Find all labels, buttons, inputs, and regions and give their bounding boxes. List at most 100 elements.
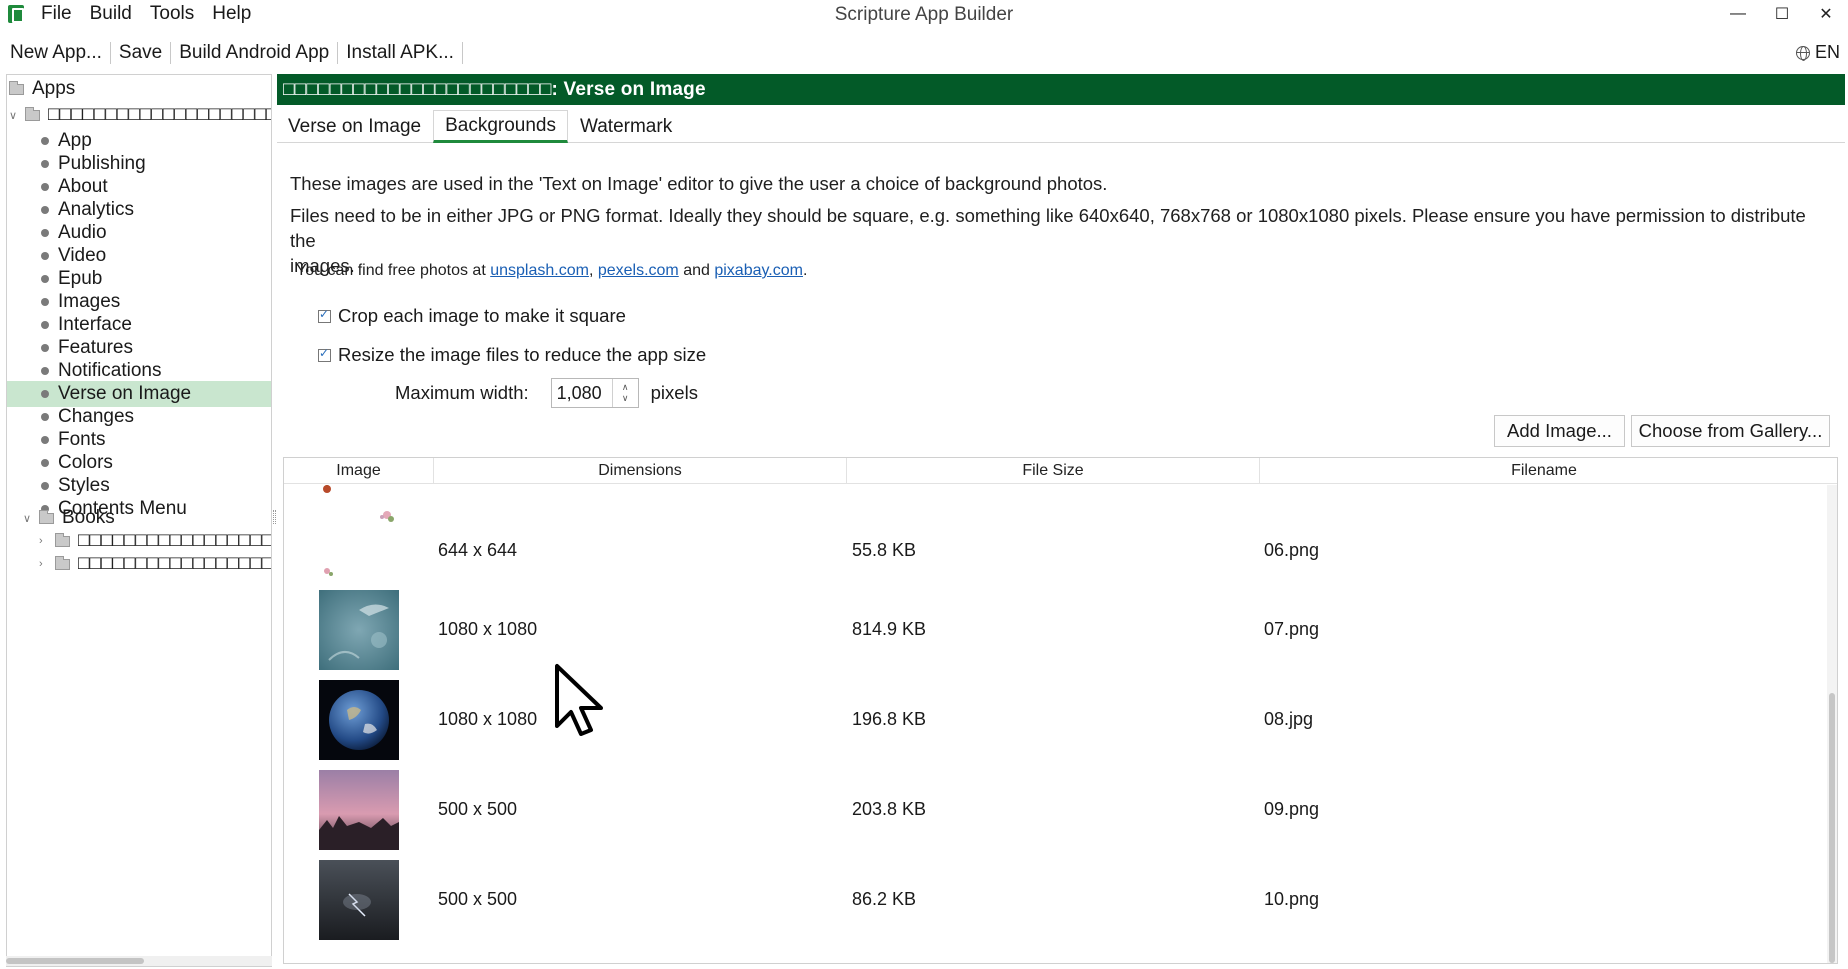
sidebar-item-label: Verse on Image [58,383,192,404]
tab-backgrounds[interactable]: Backgrounds [433,110,568,143]
pexels-link[interactable]: pexels.com [598,262,679,279]
choose-from-gallery-button[interactable]: Choose from Gallery... [1631,415,1830,447]
toolbar-separator [337,42,339,64]
minimize-button[interactable]: — [1716,0,1760,28]
image-cell [284,485,434,580]
teal-texture-thumbnail [319,590,399,670]
tree-label: Books [62,507,115,528]
table-body: 644 x 644 55.8 KB 06.png 1080 x 1080 814… [284,485,1829,963]
column-header-file-size[interactable]: File Size [847,458,1260,484]
bullet-icon [41,482,49,490]
bullet-icon [41,229,49,237]
crop-checkbox[interactable] [318,307,331,323]
column-header-image[interactable]: Image [284,458,434,484]
image-cell [284,770,434,850]
tree-root-apps[interactable]: Apps [9,76,271,102]
max-width-units: pixels [650,382,698,403]
max-width-value[interactable]: 1,080 [552,383,612,404]
crop-option[interactable]: Crop each image to make it square [318,305,626,327]
table-row[interactable]: 1080 x 1080 196.8 KB 08.jpg [284,675,1829,765]
menu-tools[interactable]: Tools [149,3,203,25]
menu-help[interactable]: Help [211,3,260,25]
image-cell [284,860,434,940]
sidebar-item-label: App [58,130,92,151]
close-button[interactable]: ✕ [1804,0,1848,28]
folder-icon [55,555,70,570]
scrollbar-thumb[interactable] [1829,693,1835,963]
menu-bar: File Build Tools Help [40,3,268,25]
folder-icon [55,532,70,547]
scrollbar-thumb[interactable] [6,958,144,964]
bullet-icon [41,160,49,168]
sidebar-horizontal-scrollbar[interactable] [6,956,272,966]
mouse-cursor-icon [555,664,603,736]
table-header: Image Dimensions File Size Filename [284,458,1837,484]
new-app-button[interactable]: New App... [4,37,108,69]
chevron-down-icon[interactable]: ∨ [23,512,33,525]
sidebar-item-label: Changes [58,406,135,427]
maximize-button[interactable]: ☐ [1760,0,1804,28]
bullet-icon [41,183,49,191]
dimensions-cell: 1080 x 1080 [438,709,538,729]
app-logo-icon [8,5,24,23]
crop-label: Crop each image to make it square [338,305,626,326]
tree-app-node[interactable]: ∨ □□□□□□□□□□□□□□□□□□□□□ [9,102,271,128]
flowers-thumbnail [319,485,399,576]
link-separator: and [678,262,715,279]
menu-build[interactable]: Build [89,3,141,25]
resize-checkbox[interactable] [318,346,331,362]
splitter-handle[interactable] [273,510,276,524]
pink-sunset-thumbnail [319,770,399,850]
menu-file[interactable]: File [40,3,81,25]
language-selector[interactable]: EN [1795,42,1840,63]
resize-option[interactable]: Resize the image files to reduce the app… [318,344,706,366]
earth-thumbnail [319,680,399,760]
chevron-right-icon[interactable]: › [39,558,49,570]
unsplash-link[interactable]: unsplash.com [490,262,589,279]
chevron-down-icon[interactable]: ∨ [9,109,19,122]
tab-verse-on-image[interactable]: Verse on Image [277,110,432,143]
max-width-label: Maximum width: [395,382,529,403]
max-width-stepper[interactable]: 1,080 ∧ ∨ [550,378,639,408]
sidebar-item-label: Audio [58,222,107,243]
window-title: Scripture App Builder [834,4,1014,25]
stepper-arrows[interactable]: ∧ ∨ [611,379,638,407]
table-vertical-scrollbar[interactable] [1827,485,1837,963]
add-image-button[interactable]: Add Image... [1494,415,1625,447]
free-photos-text: You can find free photos at unsplash.com… [296,262,807,280]
table-row[interactable]: 500 x 500 86.2 KB 10.png [284,855,1829,945]
tree-label: Apps [32,78,76,99]
tab-watermark[interactable]: Watermark [569,110,683,143]
chevron-right-icon[interactable]: › [39,535,49,547]
table-row[interactable]: 1080 x 1080 814.9 KB 07.png [284,585,1829,675]
table-row[interactable]: 500 x 500 203.8 KB 09.png [284,765,1829,855]
toolbar-separator [109,42,111,64]
filename-cell: 06.png [1264,540,1320,560]
column-header-filename[interactable]: Filename [1260,458,1828,484]
bullet-icon [41,275,49,283]
column-header-dimensions[interactable]: Dimensions [434,458,847,484]
filename-cell: 09.png [1264,799,1320,819]
build-android-app-button[interactable]: Build Android App [173,37,335,69]
pixabay-link[interactable]: pixabay.com [714,262,803,279]
language-label: EN [1814,42,1840,62]
tree-book-item[interactable]: › □□□□□□□□□□□□□□□□□□□□ [39,551,271,577]
format-line-1: Files need to be in either JPG or PNG fo… [290,205,1806,251]
save-button[interactable]: Save [113,37,168,69]
chevron-up-icon[interactable]: ∧ [622,382,629,393]
bullet-icon [41,413,49,421]
dimensions-cell: 500 x 500 [438,799,518,819]
file-size-cell: 55.8 KB [852,540,917,560]
bullet-icon [41,252,49,260]
chevron-down-icon[interactable]: ∨ [622,393,629,404]
table-row[interactable]: 644 x 644 55.8 KB 06.png [284,485,1829,585]
description-text: These images are used in the 'Text on Im… [290,173,1108,194]
free-photos-prefix: You can find free photos at [296,262,491,279]
install-apk-button[interactable]: Install APK... [340,37,460,69]
file-size-cell: 196.8 KB [852,709,927,729]
bullet-icon [41,137,49,145]
dimensions-cell: 1080 x 1080 [438,619,538,639]
bullet-icon [41,206,49,214]
title-bar: File Build Tools Help Scripture App Buil… [0,0,1848,30]
toolbar-separator [170,42,172,64]
